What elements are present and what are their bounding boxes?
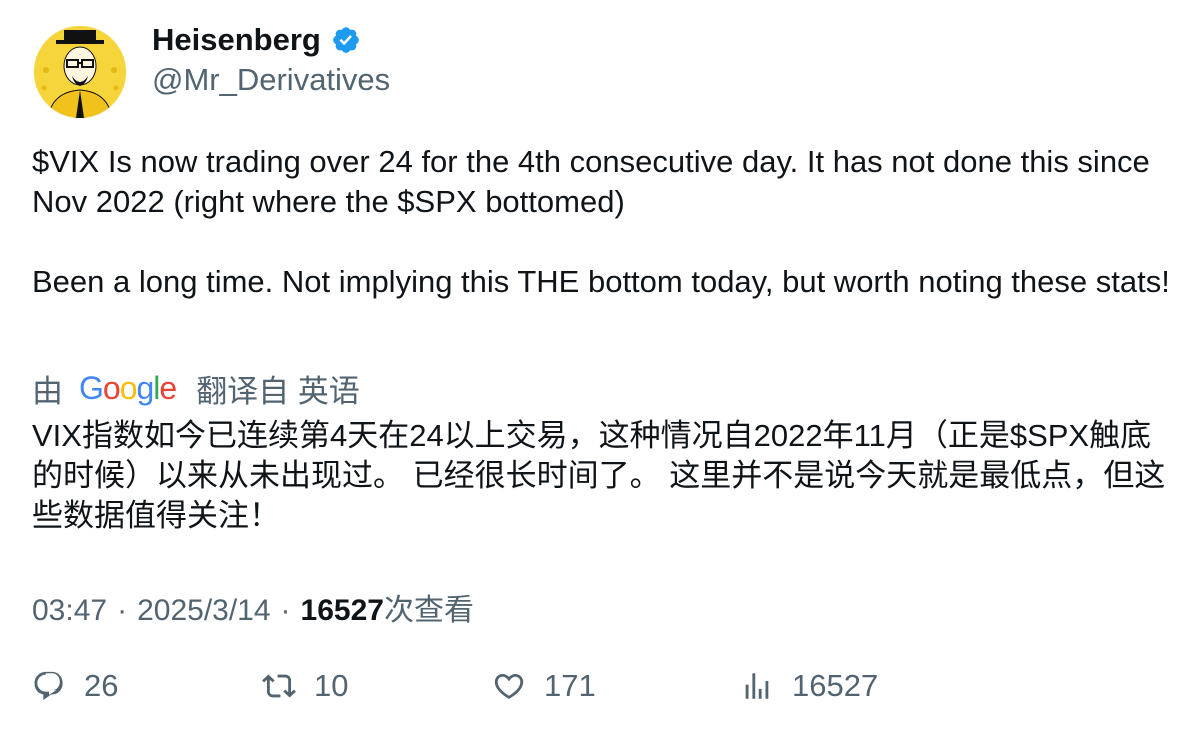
tweet-time[interactable]: 03:47 (32, 594, 107, 628)
google-letter: G (79, 370, 104, 406)
views-count: 16527 (300, 594, 384, 627)
retweet-icon (262, 674, 296, 698)
action-bar: 26 10 171 16527 (0, 668, 1196, 718)
meta-separator: · (117, 594, 128, 627)
tweet-paragraph: Been a long time. Not implying this THE … (32, 264, 1170, 299)
google-logo: Google (79, 370, 177, 407)
avatar-heisenberg-illustration (34, 26, 126, 118)
tweet-date[interactable]: 2025/3/14 (137, 594, 270, 628)
tweet-paragraph: $VIX Is now trading over 24 for the 4th … (32, 144, 1150, 219)
author-handle[interactable]: @Mr_Derivatives (152, 62, 390, 98)
reply-icon (34, 671, 63, 701)
translated-text: VIX指数如今已连续第4天在24以上交易，这种情况自2022年11月（正是$SP… (32, 418, 1166, 533)
reply-button[interactable]: 26 (32, 668, 118, 704)
like-count: 171 (544, 668, 596, 703)
author-display-name[interactable]: Heisenberg (152, 22, 321, 58)
meta-separator: · (280, 594, 291, 627)
google-letter: o (102, 370, 121, 406)
reply-count: 26 (84, 668, 119, 703)
heart-icon (494, 673, 524, 699)
views-action-count: 16527 (792, 668, 879, 703)
tweet-text: $VIX Is now trading over 24 for the 4th … (32, 142, 1172, 302)
verified-badge-icon[interactable] (331, 25, 361, 55)
translation-attribution: 由 Google 翻译自 英语 (32, 366, 360, 411)
google-letter: e (159, 370, 177, 406)
avatar[interactable] (34, 26, 126, 118)
retweet-count: 10 (314, 668, 349, 703)
author-name-row: Heisenberg (152, 22, 361, 58)
google-letter: g (136, 370, 154, 406)
retweet-button[interactable]: 10 (262, 668, 348, 704)
views-button[interactable]: 16527 (740, 668, 878, 704)
tweet-meta: 03:47 · 2025/3/14 · 16527 次查看 (32, 585, 474, 629)
translated-from-label[interactable]: 翻译自 英语 (196, 366, 360, 411)
views-label: 次查看 (383, 594, 474, 627)
like-button[interactable]: 171 (492, 668, 596, 704)
google-letter: o (119, 370, 138, 406)
analytics-icon (745, 673, 769, 699)
translated-by-label: 由 (32, 374, 63, 409)
